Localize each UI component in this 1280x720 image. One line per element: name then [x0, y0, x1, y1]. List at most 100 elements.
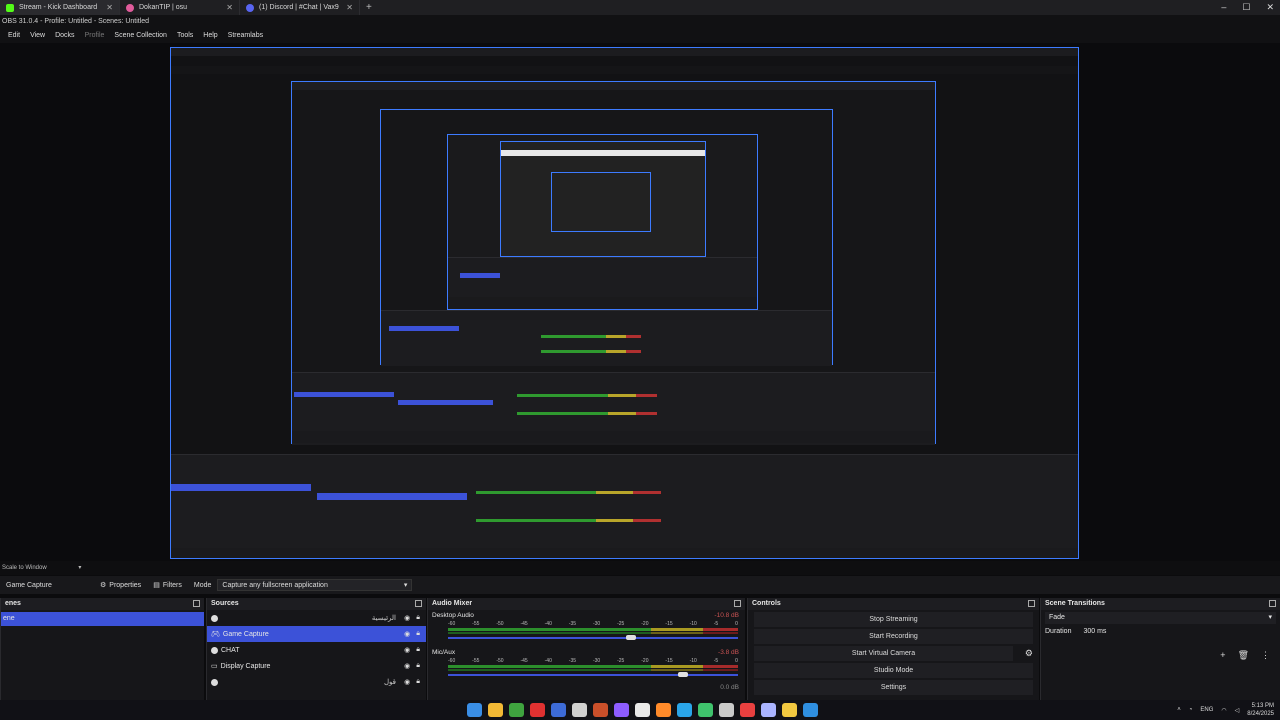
taskbar-app-icon[interactable] [530, 703, 545, 717]
maximize-icon[interactable]: ☐ [1242, 2, 1250, 13]
taskbar-app-icon[interactable] [698, 703, 713, 717]
lock-icon[interactable]: 🔒︎ [416, 678, 420, 686]
taskbar-app-icon[interactable] [551, 703, 566, 717]
meter-tick-label: -5 [713, 658, 719, 664]
nested-meter [541, 350, 641, 353]
menu-docks[interactable]: Docks [55, 29, 74, 43]
lang-indicator[interactable]: ENG [1200, 707, 1213, 713]
kick-icon [6, 3, 14, 12]
menu-profile[interactable]: Profile [85, 29, 105, 43]
network-icon[interactable]: ◔ [1189, 707, 1193, 713]
nested-selection-3 [294, 392, 394, 397]
menu-help[interactable]: Help [203, 29, 217, 43]
lock-icon[interactable]: 🔒︎ [416, 646, 420, 654]
lock-icon[interactable]: 🔒︎ [416, 662, 420, 670]
gear-icon[interactable]: ⚙ [1025, 646, 1033, 661]
scale-to-window-select[interactable]: Scale to Window ▾ [0, 561, 1280, 575]
chevron-up-icon[interactable]: ˄ [1177, 707, 1181, 713]
undock-icon[interactable] [1269, 600, 1276, 607]
source-row[interactable]: الرئيسية ◉ 🔒︎ [207, 610, 426, 626]
duration-label: Duration [1045, 628, 1072, 635]
wifi-icon[interactable]: ◠ [1221, 707, 1226, 714]
start-recording-button[interactable]: Start Recording [754, 629, 1033, 644]
clock-date: 8/24/2025 [1247, 711, 1274, 717]
taskbar-app-icon[interactable] [719, 703, 734, 717]
chevron-down-icon: ▾ [403, 582, 408, 589]
source-row-display-capture[interactable]: ▭ Display Capture ◉ 🔒︎ [207, 658, 426, 674]
undock-icon[interactable] [415, 600, 422, 607]
close-icon[interactable]: ✕ [1266, 2, 1274, 13]
studio-mode-button[interactable]: Studio Mode [754, 663, 1033, 678]
close-tab-icon[interactable]: ✕ [226, 3, 233, 12]
lock-icon[interactable]: 🔒︎ [416, 614, 420, 622]
taskbar-app-icon[interactable] [656, 703, 671, 717]
channel-db: -3.8 dB [718, 649, 739, 656]
undock-icon[interactable] [734, 600, 741, 607]
volume-meter [448, 628, 738, 631]
taskbar-app-icon[interactable] [593, 703, 608, 717]
eye-icon[interactable]: ◉ [404, 678, 410, 686]
meter-ticks: -60 -55 -50 -45 -40 -35 -30 -25 -20 -15 -10 -5 0 [448, 621, 738, 627]
taskbar-app-icon[interactable] [761, 703, 776, 717]
stop-streaming-button[interactable]: Stop Streaming [754, 612, 1033, 627]
menu-scene-collection[interactable]: Scene Collection [114, 29, 167, 43]
transition-select[interactable]: Fade ▾ [1045, 612, 1276, 624]
taskbar-app-icon[interactable] [614, 703, 629, 717]
volume-slider[interactable] [448, 672, 738, 677]
undock-icon[interactable] [193, 600, 200, 607]
source-row-chat[interactable]: CHAT ◉ 🔒︎ [207, 642, 426, 658]
channel-db: 0.0 dB [720, 684, 739, 691]
taskbar-app-icon[interactable] [803, 703, 818, 717]
plus-icon[interactable]: + [1220, 650, 1225, 661]
sources-header: Sources [207, 598, 426, 610]
tab-discord[interactable]: (1) Discord | #Chat | Vax9 ✕ [240, 0, 360, 15]
filter-icon: ▤ [153, 582, 160, 589]
source-row-game-capture[interactable]: 🎮︎ Game Capture ◉ 🔒︎ [207, 626, 426, 642]
settings-button[interactable]: Settings [754, 680, 1033, 695]
gamepad-icon: 🎮︎ [211, 631, 220, 638]
taskbar-app-icon[interactable] [509, 703, 524, 717]
tab-osu[interactable]: DokanTIP | osu ✕ [120, 0, 240, 15]
windows-start-icon[interactable] [467, 703, 482, 717]
taskbar-app-icon[interactable] [740, 703, 755, 717]
tab-kick-dashboard[interactable]: Stream - Kick Dashboard ✕ [0, 0, 120, 15]
scene-item[interactable]: ene [1, 612, 204, 626]
taskbar-app-icon[interactable] [677, 703, 692, 717]
mixer-header: Audio Mixer [428, 598, 745, 610]
close-tab-icon[interactable]: ✕ [346, 3, 353, 12]
close-tab-icon[interactable]: ✕ [106, 3, 113, 12]
source-row[interactable]: قول ◉ 🔒︎ [207, 674, 426, 690]
eye-icon[interactable]: ◉ [404, 630, 410, 638]
start-virtual-camera-button[interactable]: Start Virtual Camera ⚙ [754, 646, 1033, 661]
volume-slider[interactable] [448, 635, 738, 640]
menu-streamlabs[interactable]: Streamlabs [228, 29, 263, 43]
taskbar-app-icon[interactable] [635, 703, 650, 717]
filters-button[interactable]: ▤ Filters [147, 579, 188, 591]
duration-input[interactable]: 300 ms [1083, 628, 1106, 635]
preview-canvas[interactable] [170, 47, 1079, 559]
menu-view[interactable]: View [30, 29, 45, 43]
taskbar-app-icon[interactable] [488, 703, 503, 717]
trash-icon[interactable]: 🗑︎ [1238, 650, 1249, 661]
eye-icon[interactable]: ◉ [404, 614, 410, 622]
menu-tools[interactable]: Tools [177, 29, 193, 43]
clock[interactable]: 5:13 PM 8/24/2025 [1247, 702, 1274, 718]
taskbar-app-icon[interactable] [572, 703, 587, 717]
new-tab-button[interactable]: + [360, 2, 378, 13]
eye-icon[interactable]: ◉ [404, 662, 410, 670]
properties-button[interactable]: ⚙ Properties [94, 579, 147, 591]
controls-title: Controls [752, 600, 781, 607]
mode-select[interactable]: Capture any fullscreen application ▾ [217, 579, 413, 591]
eye-icon[interactable]: ◉ [404, 646, 410, 654]
volume-slider-knob[interactable] [625, 635, 636, 640]
volume-slider-knob[interactable] [677, 672, 688, 677]
lock-icon[interactable]: 🔒︎ [416, 630, 420, 638]
volume-icon[interactable]: ◁ [1235, 707, 1240, 714]
taskbar-app-icon[interactable] [782, 703, 797, 717]
nested-selection-2 [389, 326, 459, 331]
undock-icon[interactable] [1028, 600, 1035, 607]
window-controls: – ☐ ✕ [1221, 2, 1274, 13]
minimize-icon[interactable]: – [1221, 2, 1226, 13]
menu-edit[interactable]: Edit [8, 29, 20, 43]
more-icon[interactable]: ⋮ [1261, 650, 1270, 661]
